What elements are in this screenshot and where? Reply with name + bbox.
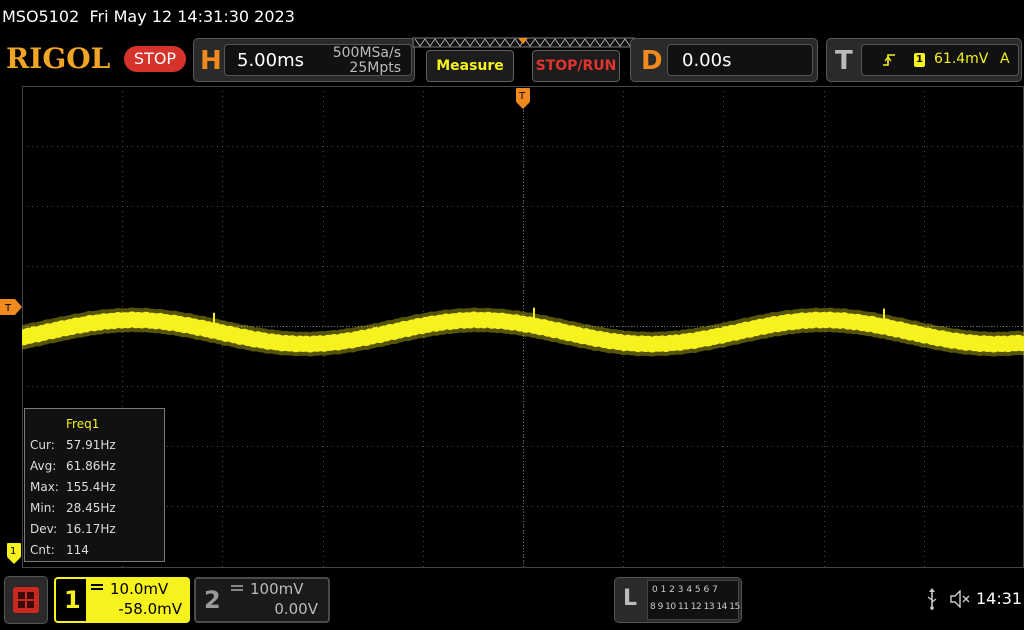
channel1-number: 1: [64, 586, 81, 614]
bottom-bar: 1 10.0mV -58.0mV 2 100mV 0.00V L 0 1 2 3…: [0, 570, 1024, 630]
channel1-offset-marker-label: 1: [10, 546, 16, 557]
channel2-scale: 100mV: [250, 580, 304, 598]
memory-depth: 25Mpts: [349, 60, 401, 76]
horizontal-panel[interactable]: H 5.00ms 500MSa/s 25Mpts: [193, 38, 415, 82]
trigger-mode: A: [1000, 51, 1010, 67]
trigger-display[interactable]: 1 61.4mV A: [861, 44, 1019, 76]
trigger-level: 61.4mV: [934, 51, 989, 67]
waveform-display[interactable]: [22, 86, 1024, 568]
meas-value-dev: 16.17Hz: [66, 522, 116, 536]
channel1-waveform: [22, 307, 1024, 357]
main-menu-button[interactable]: [4, 576, 48, 624]
system-clock: 14:31: [976, 589, 1023, 608]
meas-value-max: 155.4Hz: [66, 480, 116, 494]
run-state-badge[interactable]: STOP: [124, 46, 186, 72]
meas-label-dev: Dev:: [30, 522, 58, 536]
usb-icon: [927, 588, 937, 610]
trigger-source-badge: 1: [914, 53, 925, 67]
meas-value-cnt: 114: [66, 543, 89, 557]
meas-value-min: 28.45Hz: [66, 501, 116, 515]
title-bar: MSO5102 Fri May 12 14:31:30 2023: [0, 0, 1024, 34]
meas-label-min: Min:: [30, 501, 56, 515]
delay-letter: D: [641, 46, 663, 76]
logic-letter: L: [623, 586, 638, 611]
channel2-offset: 0.00V: [274, 600, 318, 618]
channel1-offset: -58.0mV: [118, 600, 182, 618]
stop-run-button[interactable]: STOP/RUN: [532, 50, 620, 82]
date-time: Fri May 12 14:31:30 2023: [89, 7, 295, 26]
trigger-panel[interactable]: T 1 61.4mV A: [826, 38, 1022, 82]
acquisition-info: 500MSa/s 25Mpts: [333, 46, 401, 76]
logic-row-low: 0 1 2 3 4 5 6 7: [652, 585, 718, 595]
meas-label-max: Max:: [30, 480, 59, 494]
meas-label-cnt: Cnt:: [30, 543, 55, 557]
meas-label-cur: Cur:: [30, 438, 55, 452]
measure-button[interactable]: Measure: [426, 50, 514, 82]
delay-panel[interactable]: D 0.00s: [630, 38, 818, 82]
meas-label-avg: Avg:: [30, 459, 57, 473]
measurement-panel[interactable]: Freq1 Cur: 57.91Hz Avg: 61.86Hz Max: 155…: [24, 408, 165, 562]
channel2-panel[interactable]: 2 100mV 0.00V: [194, 577, 330, 623]
trigger-position-marker[interactable]: T: [515, 86, 531, 110]
trigger-position-marker-label: T: [518, 91, 526, 102]
timebase-display[interactable]: 5.00ms 500MSa/s 25Mpts: [224, 44, 412, 76]
delay-value: 0.00s: [682, 50, 732, 71]
model-name: MSO5102: [2, 7, 80, 26]
delay-display[interactable]: 0.00s: [667, 44, 813, 76]
rising-edge-icon: [883, 54, 895, 66]
trigger-letter: T: [835, 46, 853, 76]
menu-grid-icon: [13, 587, 39, 613]
timebase-value: 5.00ms: [237, 50, 304, 71]
logic-row-high: 8 9 10 11 12 13 14 15: [650, 602, 740, 612]
measurement-title: Freq1: [66, 417, 100, 431]
trigger-level-marker-label: T: [4, 303, 12, 314]
memory-position-indicator: [412, 37, 635, 48]
meas-value-cur: 57.91Hz: [66, 438, 116, 452]
channel1-readout: 10.0mV -58.0mV: [86, 579, 188, 621]
logic-channel-list: 0 1 2 3 4 5 6 7 8 9 10 11 12 13 14 15: [647, 580, 740, 620]
trigger-level-marker[interactable]: T: [0, 299, 22, 315]
dc-coupling-icon: [231, 585, 243, 591]
sample-rate: 500MSa/s: [332, 45, 401, 61]
channel2-number: 2: [204, 586, 221, 614]
channel1-scale: 10.0mV: [110, 580, 169, 598]
meas-value-avg: 61.86Hz: [66, 459, 116, 473]
logic-channels-panel[interactable]: L 0 1 2 3 4 5 6 7 8 9 10 11 12 13 14 15: [614, 577, 742, 623]
top-bar: RIGOL STOP H 5.00ms 500MSa/s 25Mpts Meas…: [0, 34, 1024, 86]
channel1-offset-marker[interactable]: 1: [6, 542, 22, 566]
speaker-muted-icon[interactable]: [950, 590, 972, 608]
channel1-panel[interactable]: 1 10.0mV -58.0mV: [54, 577, 190, 623]
horizontal-letter: H: [200, 46, 222, 76]
dc-coupling-icon: [91, 584, 103, 590]
rigol-logo: RIGOL: [6, 42, 111, 75]
